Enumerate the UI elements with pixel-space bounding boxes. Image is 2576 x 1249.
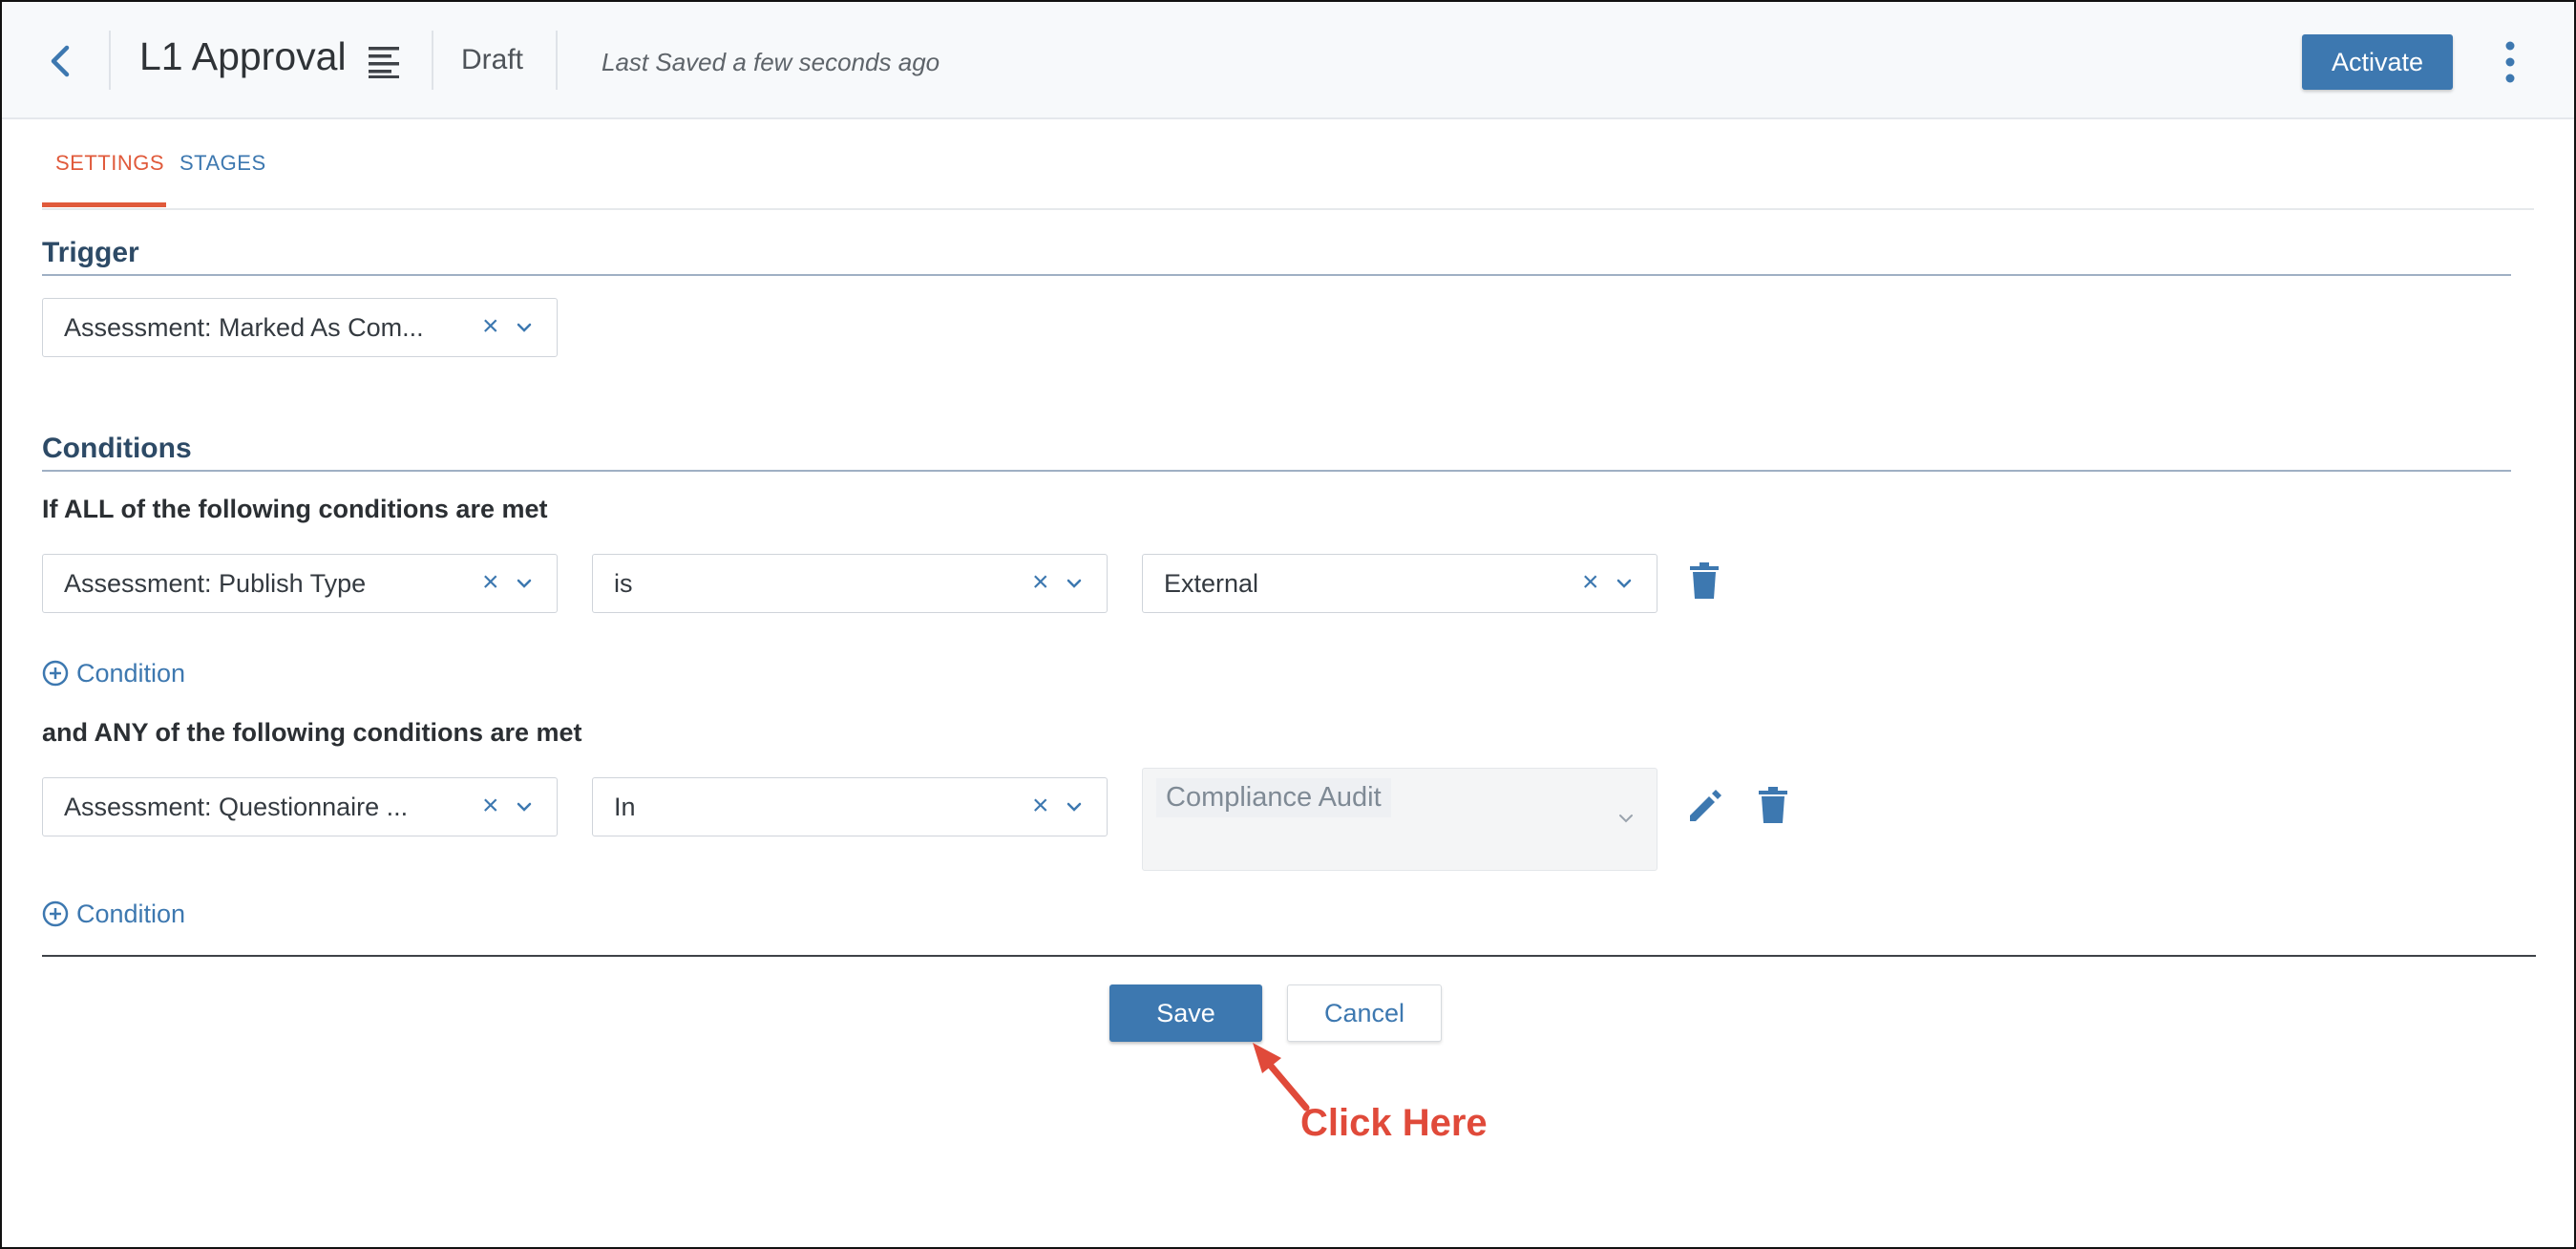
condition-multi-value-select[interactable]: Compliance Audit — [1142, 768, 1658, 871]
plus-circle-icon — [42, 660, 69, 687]
activate-button[interactable]: Activate — [2302, 34, 2453, 90]
status-badge: Draft — [461, 44, 524, 75]
trigger-select-value: Assessment: Marked As Com... — [64, 313, 424, 342]
edit-condition-button[interactable] — [1686, 787, 1724, 829]
annotation-label: Click Here — [1300, 1102, 1488, 1144]
chevron-down-icon — [517, 323, 532, 332]
condition-value-text: External — [1164, 569, 1259, 598]
more-vertical-icon — [2505, 41, 2515, 83]
add-condition-label: Condition — [76, 900, 186, 928]
header-divider — [432, 31, 433, 90]
condition-operator-select[interactable]: In × — [592, 777, 1108, 836]
condition-operator-value: In — [614, 793, 636, 821]
delete-condition-button[interactable] — [1688, 562, 1726, 604]
header-divider — [109, 31, 111, 90]
clear-icon[interactable]: × — [1032, 566, 1049, 599]
active-tab-indicator — [42, 202, 166, 207]
last-saved-text: Last Saved a few seconds ago — [602, 48, 940, 76]
trash-icon — [1690, 562, 1719, 599]
pencil-icon — [1690, 790, 1721, 821]
tab-settings[interactable]: SETTINGS — [55, 151, 164, 176]
conditions-section-title: Conditions — [42, 433, 192, 464]
add-condition-label: Condition — [76, 659, 186, 688]
section-divider — [42, 470, 2511, 472]
clear-icon[interactable]: × — [482, 310, 499, 343]
footer-divider — [42, 955, 2536, 957]
chevron-down-icon — [1616, 579, 1632, 588]
delete-condition-button[interactable] — [1757, 787, 1795, 829]
page-header: L1 Approval Draft Last Saved a few secon… — [2, 2, 2574, 119]
condition-operator-value: is — [614, 569, 633, 598]
plus-circle-icon — [42, 900, 69, 927]
app-window: L1 Approval Draft Last Saved a few secon… — [0, 0, 2576, 1249]
clear-icon[interactable]: × — [482, 790, 499, 822]
chevron-down-icon — [1066, 802, 1082, 812]
condition-field-value: Assessment: Publish Type — [64, 569, 367, 598]
save-button[interactable]: Save — [1109, 984, 1262, 1042]
any-conditions-label: and ANY of the following conditions are … — [42, 718, 582, 747]
all-conditions-label: If ALL of the following conditions are m… — [42, 495, 548, 523]
chevron-down-icon — [1619, 815, 1633, 823]
clear-icon[interactable]: × — [1582, 566, 1599, 599]
condition-value-select[interactable]: External × — [1142, 554, 1658, 613]
cancel-button[interactable]: Cancel — [1287, 984, 1442, 1042]
chevron-left-icon — [51, 45, 70, 77]
clear-icon[interactable]: × — [482, 566, 499, 599]
chevron-down-icon — [517, 579, 532, 588]
more-options-button[interactable] — [2493, 38, 2527, 86]
chevron-down-icon — [1066, 579, 1082, 588]
add-condition-all-button[interactable]: Condition — [42, 659, 185, 688]
trash-icon — [1759, 787, 1787, 823]
condition-field-select[interactable]: Assessment: Questionnaire ... × — [42, 777, 558, 836]
clear-icon[interactable]: × — [1032, 790, 1049, 822]
trigger-select[interactable]: Assessment: Marked As Com... × — [42, 298, 558, 357]
condition-operator-select[interactable]: is × — [592, 554, 1108, 613]
selected-value-tag: Compliance Audit — [1156, 778, 1391, 817]
tab-bar: SETTINGS STAGES — [42, 118, 2534, 210]
chevron-down-icon — [517, 802, 532, 812]
trigger-section-title: Trigger — [42, 237, 139, 268]
page-title: L1 Approval — [139, 34, 347, 78]
add-condition-any-button[interactable]: Condition — [42, 900, 185, 929]
back-button[interactable] — [38, 38, 84, 84]
section-divider — [42, 274, 2511, 276]
condition-field-select[interactable]: Assessment: Publish Type × — [42, 554, 558, 613]
details-icon[interactable] — [367, 44, 401, 78]
condition-field-value: Assessment: Questionnaire ... — [64, 793, 409, 821]
header-divider — [556, 31, 558, 90]
tab-stages[interactable]: STAGES — [179, 151, 266, 176]
